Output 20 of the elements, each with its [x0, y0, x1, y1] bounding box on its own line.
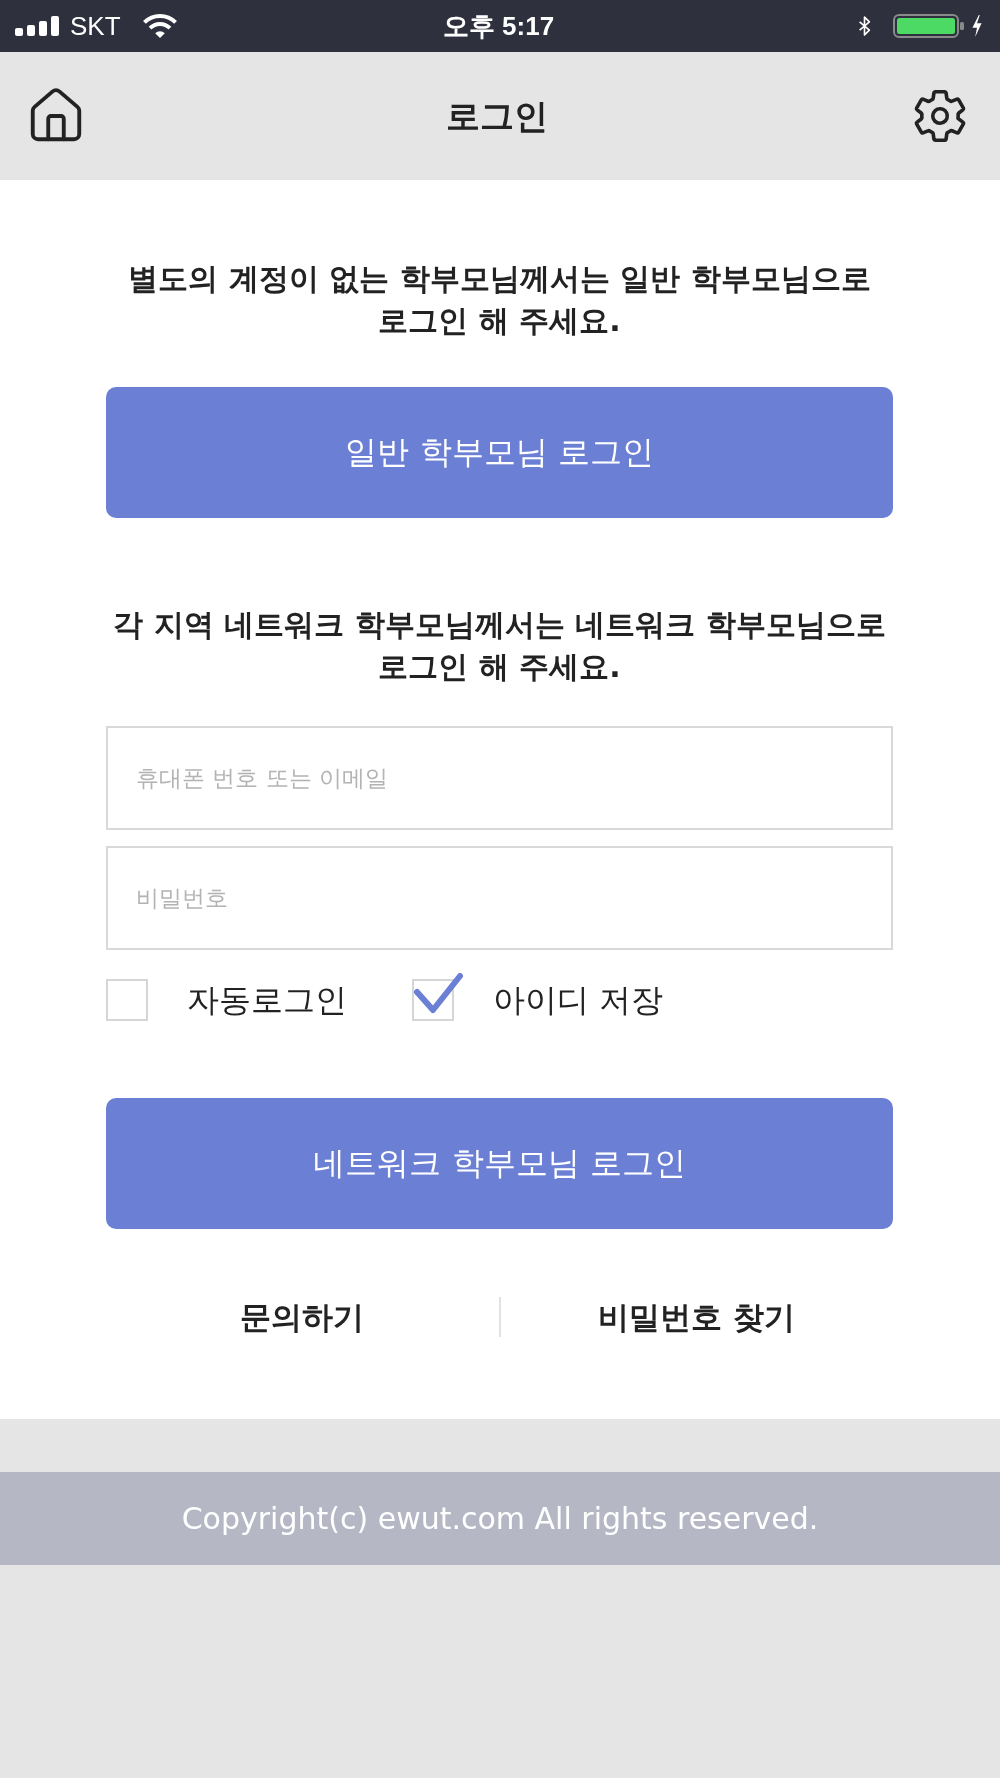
checkbox-label: 아이디 저장 [493, 980, 664, 1020]
status-time: 오후 5:17 [442, 11, 555, 41]
charging-bolt-icon [972, 15, 982, 37]
copyright-text: Copyright(c) ewut.com All rights reserved. [181, 1500, 819, 1537]
battery-icon [893, 14, 964, 38]
checkbox[interactable] [106, 979, 148, 1021]
page-title: 로그인 [446, 96, 548, 136]
password-input[interactable]: 비밀번호 [106, 846, 893, 950]
checkbox[interactable] [412, 973, 464, 1021]
checkbox-label: 자동로그인 [187, 980, 347, 1020]
signal-icon [15, 16, 59, 36]
notice-text: 별도의 계정이 없는 학부모님께서는 일반 학부모님으로 로그인 해 주세요. [127, 260, 872, 340]
phone-input[interactable]: 휴대폰 번호 또는 이메일 [106, 726, 893, 830]
login-button[interactable]: 일반 학부모님 로그인 [106, 387, 893, 518]
bluetooth-icon [858, 14, 871, 38]
carrier-name: SKT [70, 11, 121, 41]
text-link[interactable]: 비밀번호 찾기 [500, 1297, 893, 1337]
login-button[interactable]: 네트워크 학부모님 로그인 [106, 1098, 893, 1229]
notice-text: 각 지역 네트워크 학부모님께서는 네트워크 학부모님으로 로그인 해 주세요. [112, 606, 887, 686]
text-link[interactable]: 문의하기 [106, 1297, 499, 1337]
